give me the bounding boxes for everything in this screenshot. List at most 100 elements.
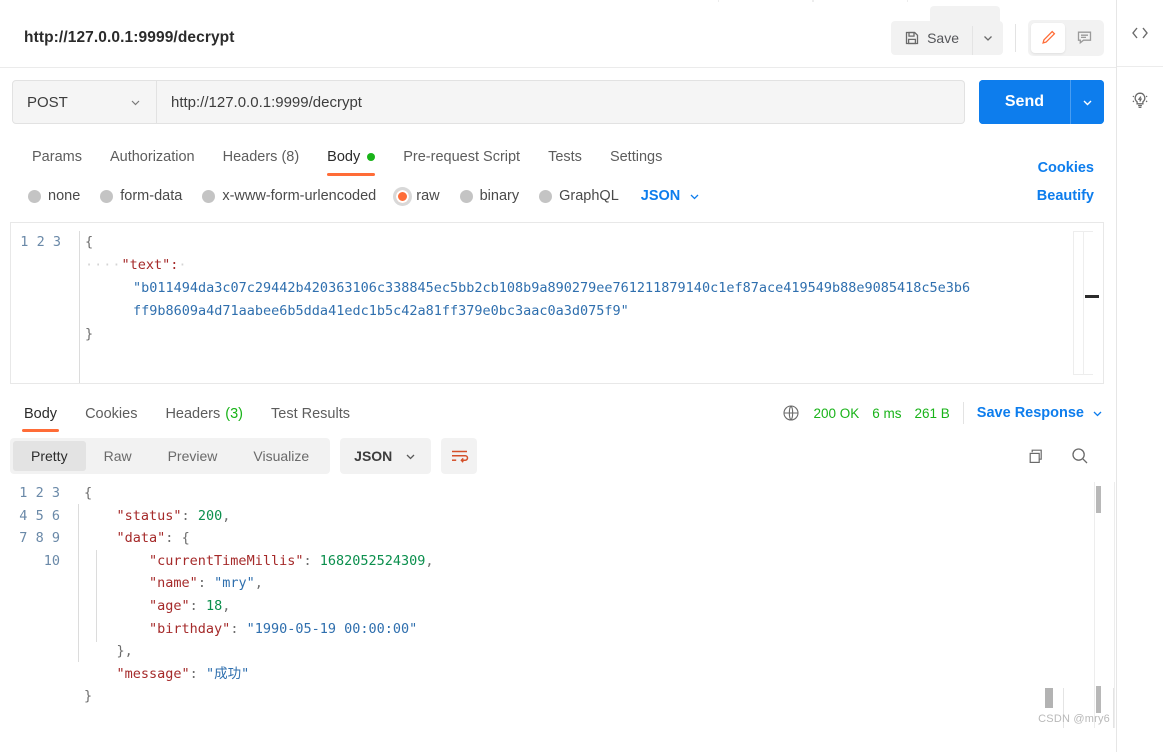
body-type-none[interactable]: none bbox=[18, 188, 90, 204]
line-number: 3 bbox=[51, 485, 60, 501]
code-string-part1: "b011494da3c07c29442b420363106c338845ec5… bbox=[133, 280, 971, 296]
tab-pre-request-script[interactable]: Pre-request Script bbox=[389, 138, 534, 176]
tab-label: Test Results bbox=[271, 406, 350, 422]
wrap-lines-button[interactable] bbox=[441, 438, 478, 474]
main-column: http://127.0.0.1:9999/decrypt Save POST … bbox=[0, 0, 1117, 752]
response-json-code: { "status": 200, "data": { "currentTimeM… bbox=[84, 485, 434, 705]
body-type-raw[interactable]: raw bbox=[386, 188, 449, 204]
response-tab-body[interactable]: Body bbox=[10, 394, 71, 434]
watermark-divider-right bbox=[1113, 688, 1114, 728]
tab-label: Body bbox=[24, 406, 58, 422]
view-mode-pretty[interactable]: Pretty bbox=[13, 441, 86, 471]
divider bbox=[1015, 23, 1016, 52]
response-view-modes: Pretty Raw Preview Visualize bbox=[10, 438, 331, 474]
json-key-name: "name" bbox=[149, 575, 198, 592]
tab-label: Authorization bbox=[109, 149, 195, 165]
body-type-label: none bbox=[48, 188, 81, 204]
search-icon[interactable] bbox=[1070, 446, 1090, 466]
view-toggle-group bbox=[1028, 19, 1104, 56]
copy-icon[interactable] bbox=[1027, 447, 1046, 466]
response-scrollbar-thumb-bottom[interactable] bbox=[1096, 686, 1101, 713]
line-number: 5 bbox=[35, 507, 44, 524]
json-close-brace-data: }, bbox=[116, 643, 133, 660]
top-strip bbox=[0, 0, 1116, 26]
body-type-urlencoded[interactable]: x-www-form-urlencoded bbox=[192, 188, 386, 204]
tab-label: Body bbox=[327, 149, 361, 165]
response-toolbar-right bbox=[1027, 446, 1104, 466]
json-key-status: "status" bbox=[116, 507, 182, 524]
method-select[interactable]: POST bbox=[12, 80, 157, 124]
response-tab-cookies[interactable]: Cookies bbox=[71, 394, 151, 434]
json-value-currenttimemillis: 1682052524309 bbox=[319, 552, 426, 569]
tab-settings[interactable]: Settings bbox=[596, 138, 676, 176]
body-type-binary[interactable]: binary bbox=[450, 188, 530, 204]
view-mode-visualize[interactable]: Visualize bbox=[235, 441, 327, 471]
response-scrollbar-thumb-top[interactable] bbox=[1096, 486, 1101, 513]
response-format-select[interactable]: JSON bbox=[340, 438, 432, 474]
tab-authorization[interactable]: Authorization bbox=[96, 138, 209, 176]
editor-h-scrollbar[interactable] bbox=[1083, 231, 1103, 375]
tab-body[interactable]: Body bbox=[313, 138, 389, 176]
body-type-form-data[interactable]: form-data bbox=[90, 188, 192, 204]
method-label: POST bbox=[27, 93, 68, 111]
response-tab-test-results[interactable]: Test Results bbox=[257, 394, 364, 434]
body-type-label: x-www-form-urlencoded bbox=[222, 188, 377, 204]
json-value-birthday: "1990-05-19 00:00:00" bbox=[246, 620, 418, 637]
body-type-label: form-data bbox=[120, 188, 183, 204]
right-sidebar bbox=[1117, 0, 1163, 752]
send-button[interactable]: Send bbox=[978, 80, 1070, 124]
json-value-age: 18 bbox=[205, 597, 223, 614]
tab-label: Headers bbox=[165, 406, 221, 422]
tab-label: Tests bbox=[548, 149, 582, 165]
tab-headers[interactable]: Headers (8) bbox=[209, 138, 314, 176]
response-body-viewer[interactable]: 1 2 3 4 5 6 7 8 9 10 { "status": 200, "d… bbox=[10, 478, 1116, 728]
code-snippet-button[interactable] bbox=[1117, 0, 1163, 66]
status-code: 200 OK bbox=[813, 405, 860, 421]
comment-icon bbox=[1076, 29, 1093, 46]
response-stats: 200 OK 6 ms 261 B Save Response bbox=[782, 402, 1104, 424]
tab-params[interactable]: Params bbox=[18, 138, 96, 176]
comment-button[interactable] bbox=[1067, 23, 1101, 53]
edit-pencil-button[interactable] bbox=[1031, 22, 1065, 53]
tab-label: Params bbox=[32, 149, 82, 165]
editor-h-scrollbar-thumb[interactable] bbox=[1085, 295, 1099, 298]
globe-icon[interactable] bbox=[782, 404, 800, 422]
save-button-label: Save bbox=[927, 29, 959, 46]
url-value: http://127.0.0.1:9999/decrypt bbox=[171, 93, 362, 111]
response-scroll-track-outer bbox=[1114, 482, 1115, 728]
json-key-message: "message" bbox=[116, 665, 190, 682]
body-type-label: raw bbox=[416, 188, 440, 204]
code-string-part2: ff9b8609a4d71aabee6b5dda41edc1b5c42a81ff… bbox=[133, 303, 629, 319]
ghost-tab-left bbox=[718, 0, 813, 2]
editor-fold-rail bbox=[79, 231, 80, 383]
request-body-code: { ····"text":· "b011494da3c07c29442b4203… bbox=[85, 234, 971, 342]
json-key-currenttimemillis: "currentTimeMillis" bbox=[149, 552, 304, 569]
beautify-link[interactable]: Beautify bbox=[1037, 188, 1104, 204]
request-body-editor[interactable]: 1 2 3 { ····"text":· "b011494da3c07c2944… bbox=[10, 222, 1104, 384]
chevron-down-icon bbox=[404, 450, 417, 463]
wrap-lines-icon bbox=[450, 448, 469, 465]
cookies-link[interactable]: Cookies bbox=[1038, 160, 1104, 176]
save-response-label: Save Response bbox=[976, 405, 1084, 421]
json-value-status: 200 bbox=[197, 507, 223, 524]
json-comma: , bbox=[222, 507, 231, 524]
url-input[interactable]: http://127.0.0.1:9999/decrypt bbox=[157, 80, 965, 124]
code-brackets-icon bbox=[1129, 22, 1151, 44]
line-number: 2 bbox=[35, 485, 44, 501]
lightbulb-icon bbox=[1129, 89, 1151, 111]
body-format-select[interactable]: JSON bbox=[641, 188, 702, 204]
line-number: 10 bbox=[43, 552, 60, 569]
ghost-button bbox=[930, 6, 1000, 26]
json-comma: , bbox=[425, 552, 434, 569]
line-number: 6 bbox=[51, 507, 60, 524]
tab-tests[interactable]: Tests bbox=[534, 138, 596, 176]
json-key-birthday: "birthday" bbox=[149, 620, 231, 637]
view-mode-raw[interactable]: Raw bbox=[86, 441, 150, 471]
response-tab-headers[interactable]: Headers (3) bbox=[151, 394, 257, 434]
save-response-button[interactable]: Save Response bbox=[977, 405, 1104, 421]
postbot-button[interactable] bbox=[1117, 67, 1163, 133]
page-title: http://127.0.0.1:9999/decrypt bbox=[24, 28, 235, 46]
send-options-button[interactable] bbox=[1070, 80, 1104, 124]
view-mode-preview[interactable]: Preview bbox=[150, 441, 236, 471]
body-type-graphql[interactable]: GraphQL bbox=[529, 188, 629, 204]
